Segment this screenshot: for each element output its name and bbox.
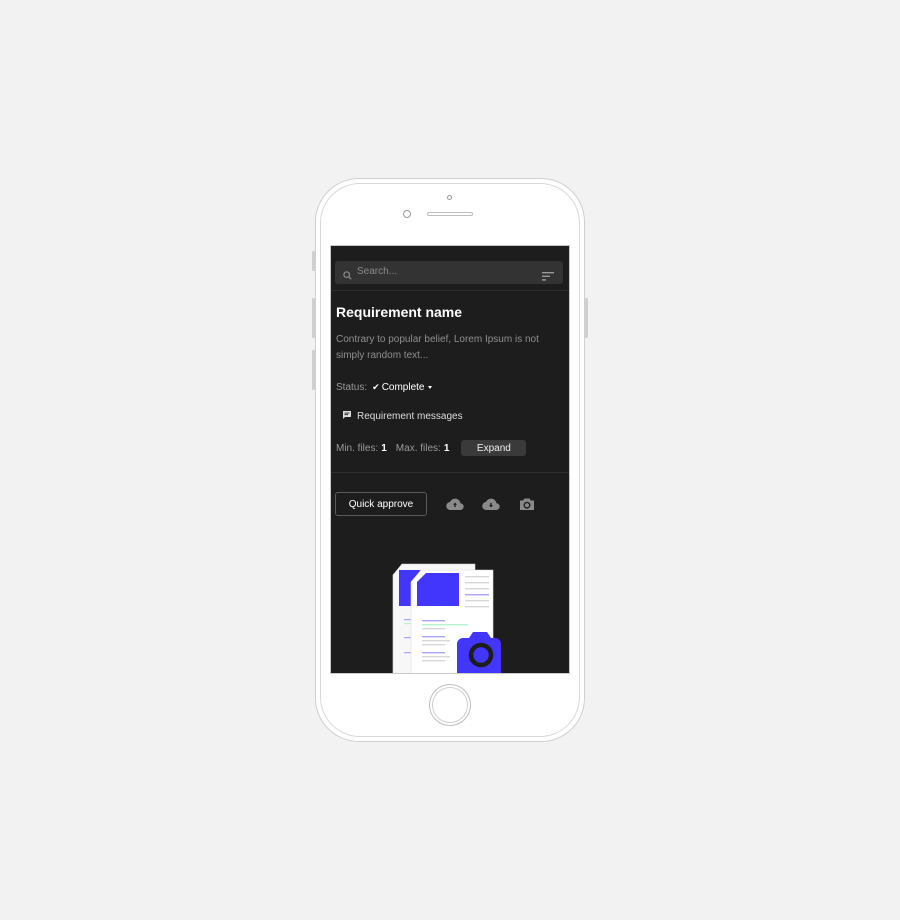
camera-illustration	[457, 632, 501, 673]
front-camera	[403, 210, 411, 218]
home-button[interactable]	[429, 684, 471, 726]
filter-icon[interactable]	[542, 268, 554, 286]
max-files-label: Max. files:	[395, 442, 441, 454]
status-dropdown[interactable]: ✔ Complete	[372, 382, 432, 393]
search-icon	[343, 267, 352, 285]
cloud-download-icon[interactable]	[482, 497, 500, 516]
quick-approve-button[interactable]: Quick approve	[335, 492, 427, 516]
message-icon	[342, 410, 352, 423]
earpiece-speaker	[427, 212, 473, 216]
volume-down-button	[312, 350, 315, 390]
check-icon: ✔	[372, 382, 380, 392]
volume-up-button	[312, 298, 315, 338]
requirement-messages-link[interactable]: Requirement messages	[342, 410, 463, 423]
messages-label: Requirement messages	[357, 411, 463, 422]
app-screen: Search... Requirement name Contrary to p…	[330, 245, 570, 674]
min-files-value: 1	[381, 442, 387, 454]
camera-icon[interactable]	[519, 497, 535, 516]
divider	[331, 472, 569, 473]
status-label: Status:	[336, 382, 368, 393]
requirement-title: Requirement name	[336, 304, 463, 320]
status-row: Status: ✔ Complete	[336, 382, 432, 393]
cloud-upload-icon[interactable]	[446, 497, 464, 516]
search-bar[interactable]: Search...	[335, 261, 563, 284]
upload-illustration	[381, 556, 511, 673]
caret-down-icon	[427, 386, 432, 389]
proximity-sensor	[447, 195, 452, 200]
mute-switch	[312, 251, 315, 271]
divider	[331, 290, 569, 291]
expand-button[interactable]: Expand	[461, 440, 527, 456]
max-files-value: 1	[443, 442, 450, 454]
requirement-description: Contrary to popular belief, Lorem Ipsum …	[336, 334, 539, 361]
search-input[interactable]: Search...	[357, 266, 397, 277]
power-button	[585, 298, 588, 338]
files-row: Min. files: 1 Max. files: 1 Expand	[336, 440, 527, 456]
min-files-label: Min. files:	[336, 442, 379, 454]
status-value: Complete	[381, 382, 425, 393]
